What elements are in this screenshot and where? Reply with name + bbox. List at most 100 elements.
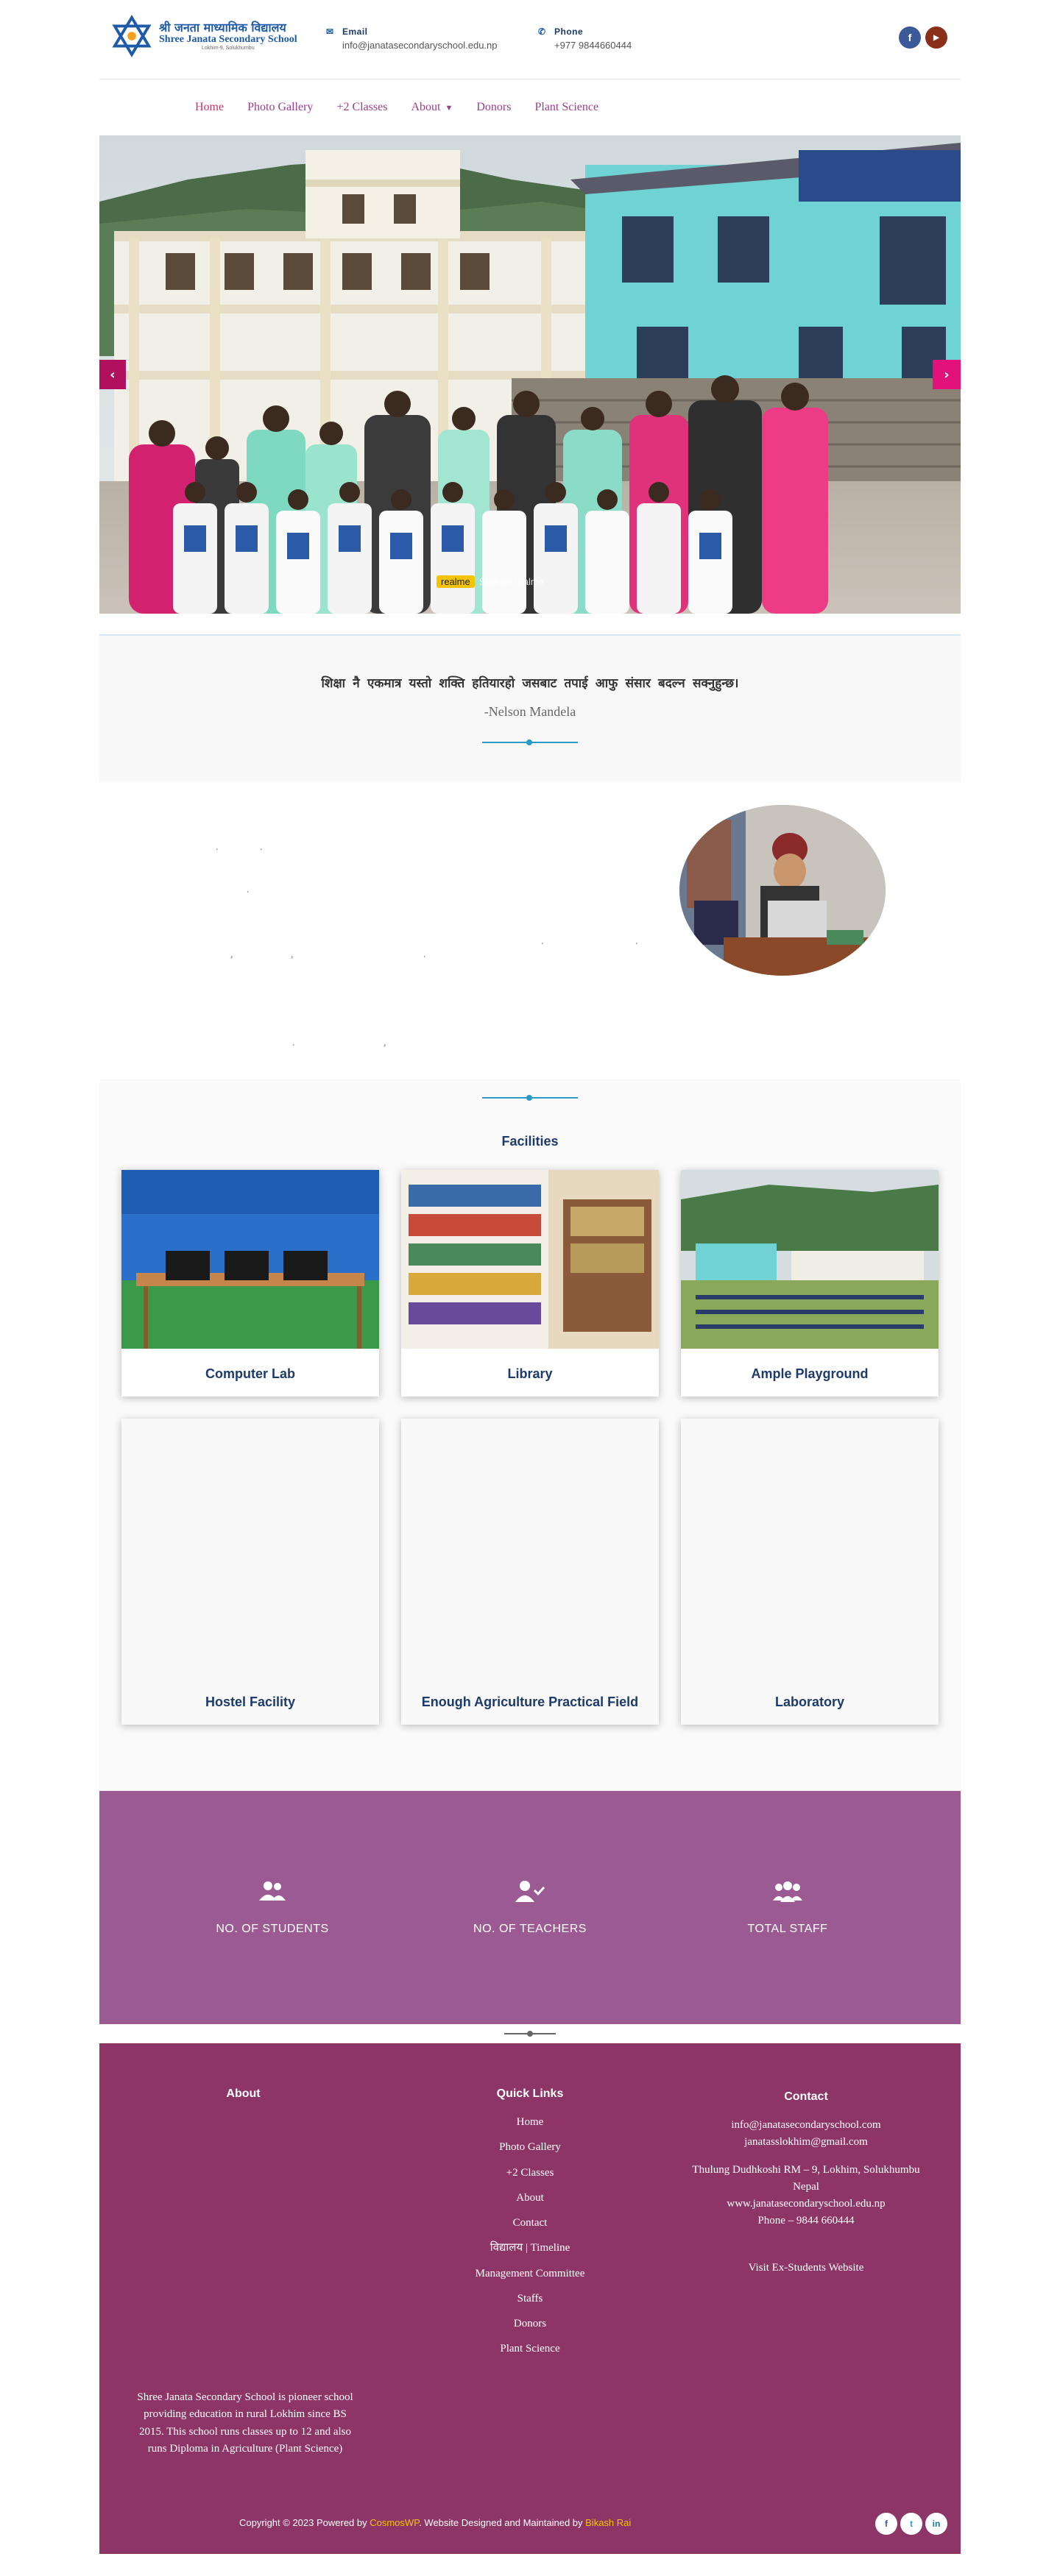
hero-slider: ‹ › realme Shot on realme <box>99 135 961 614</box>
stat-label: TOTAL STAFF <box>747 1922 828 1935</box>
watermark-caption: Shot on realme <box>478 576 544 587</box>
footer-link-management[interactable]: Management Committee <box>420 2265 640 2282</box>
nav-plant-science[interactable]: Plant Science <box>534 101 598 114</box>
facility-image <box>681 1170 939 1349</box>
footer-contact-heading: Contact <box>784 2090 828 2103</box>
facility-label: Enough Agriculture Practical Field <box>421 1695 639 1709</box>
site-logo[interactable]: श्री जनता माध्यामिक विद्यालय Shree Janat… <box>110 15 297 57</box>
footer-link-contact[interactable]: Contact <box>420 2215 640 2232</box>
text-fragment: . <box>216 842 219 853</box>
email-label: Email <box>342 26 368 37</box>
linkedin-icon[interactable]: in <box>925 2513 947 2535</box>
star-of-david-logo-icon <box>112 15 152 57</box>
nav-donors[interactable]: Donors <box>476 101 511 114</box>
header-email: ✉ Email info@janatasecondaryschool.edu.np <box>326 26 498 51</box>
footer-link-plus2-classes[interactable]: +2 Classes <box>420 2165 640 2182</box>
nav-home[interactable]: Home <box>195 101 224 114</box>
header-phone: ✆ Phone +977 9844660444 <box>538 26 632 51</box>
facility-label: Laboratory <box>774 1695 845 1709</box>
footer-link-home[interactable]: Home <box>420 2114 640 2131</box>
facility-label: Hostel Facility <box>205 1695 296 1709</box>
footer-socials: f t in <box>875 2513 947 2535</box>
facility-image <box>121 1170 379 1349</box>
nav-about-label: About <box>411 101 441 113</box>
stat-label: NO. OF STUDENTS <box>216 1922 329 1935</box>
footer-link-plant-science[interactable]: Plant Science <box>420 2341 640 2357</box>
section-divider <box>482 1094 578 1101</box>
nav-plus2-classes[interactable]: +2 Classes <box>336 101 387 114</box>
facility-card[interactable]: Enough Agriculture Practical Field <box>401 1419 659 1725</box>
footer-quick-links: Quick Links Home Photo Gallery +2 Classe… <box>420 2087 640 2366</box>
watermark-brand: realme <box>437 575 475 588</box>
facility-label: Library <box>507 1366 553 1381</box>
facility-card[interactable]: Computer Lab <box>121 1170 379 1397</box>
footer-about: About <box>135 2087 352 2114</box>
nav-about[interactable]: About ▼ <box>411 101 453 114</box>
contact-website[interactable]: www.janatasecondaryschool.edu.np <box>685 2196 928 2213</box>
stat-students: NO. OF STUDENTS <box>169 1880 375 1936</box>
facilities-title: Facilities <box>501 1134 559 1149</box>
footer-link-photo-gallery[interactable]: Photo Gallery <box>420 2139 640 2156</box>
facilities-grid: Computer Lab Library Ample Playground Ho… <box>99 1170 961 1725</box>
slider-prev-arrow-icon[interactable]: ‹ <box>99 360 126 389</box>
text-fragment: . <box>260 842 263 853</box>
email-value[interactable]: info@janatasecondaryschool.edu.np <box>342 40 498 51</box>
facility-label: Computer Lab <box>205 1366 295 1381</box>
header-socials: f ▶ <box>899 26 947 49</box>
user-check-icon <box>427 1880 633 1906</box>
principal-photo <box>679 805 886 976</box>
facebook-icon[interactable]: f <box>875 2513 897 2535</box>
header-topbar: श्री जनता माध्यामिक विद्यालय Shree Janat… <box>99 0 961 79</box>
section-divider <box>482 739 578 746</box>
twitter-icon[interactable]: t <box>900 2513 922 2535</box>
contact-address-1: Thulung Dudhkoshi RM – 9, Lokhim, Solukh… <box>692 2163 920 2176</box>
phone-icon: ✆ <box>538 26 546 37</box>
quote-section: शिक्षा नै एकमात्र यस्तो शक्ति हतियारहो ज… <box>99 634 961 781</box>
footer-link-staffs[interactable]: Staffs <box>420 2291 640 2307</box>
facility-card[interactable]: Laboratory <box>681 1419 939 1725</box>
chevron-down-icon: ▼ <box>445 104 453 113</box>
logo-nepali-name: श्री जनता माध्यामिक विद्यालय <box>159 20 286 35</box>
facility-image <box>401 1170 659 1349</box>
nav-photo-gallery[interactable]: Photo Gallery <box>247 101 313 114</box>
phone-label: Phone <box>554 26 584 37</box>
contact-email-1[interactable]: info@janatasecondaryschool.com <box>685 2117 928 2134</box>
facility-card[interactable]: Ample Playground <box>681 1170 939 1397</box>
stats-section: NO. OF STUDENTS NO. OF TEACHERS TOTAL ST… <box>99 1791 961 2024</box>
facility-card[interactable]: Hostel Facility <box>121 1419 379 1725</box>
principal-section: . . , , . . . . , . <box>99 781 961 1079</box>
footer-link-donors[interactable]: Donors <box>420 2316 640 2332</box>
stat-teachers: NO. OF TEACHERS <box>427 1880 633 1936</box>
text-fragment: . <box>635 936 638 947</box>
quote-text: शिक्षा नै एकमात्र यस्तो शक्ति हतियारहो ज… <box>321 676 739 691</box>
footer-link-timeline[interactable]: विद्यालय | Timeline <box>420 2240 640 2257</box>
text-fragment: , <box>291 949 294 960</box>
section-divider <box>504 2030 556 2037</box>
contact-address-2: Nepal <box>793 2180 819 2193</box>
quote-author: -Nelson Mandela <box>484 704 576 719</box>
logo-english-name: Shree Janata Secondary School <box>159 34 297 46</box>
main-nav: Home Photo Gallery +2 Classes About ▼ Don… <box>99 79 961 135</box>
facility-card[interactable]: Library <box>401 1170 659 1397</box>
logo-address: Lokhim-9, Solukhumbu <box>202 45 255 51</box>
text-fragment: . <box>292 1037 295 1049</box>
camera-watermark: realme Shot on realme <box>437 575 544 588</box>
text-fragment: , <box>230 949 233 960</box>
slider-next-arrow-icon[interactable]: › <box>933 360 961 389</box>
phone-value[interactable]: +977 9844660444 <box>554 40 632 51</box>
text-fragment: , <box>384 1037 386 1049</box>
copyright-author-link[interactable]: Bikash Rai <box>585 2517 631 2528</box>
footer-about-text: Shree Janata Secondary School is pioneer… <box>137 2391 353 2455</box>
contact-phone: Phone – 9844 660444 <box>757 2215 855 2227</box>
facility-label: Ample Playground <box>751 1366 869 1381</box>
facebook-icon[interactable]: f <box>899 26 921 49</box>
youtube-icon[interactable]: ▶ <box>925 26 947 49</box>
hero-photo <box>99 135 961 614</box>
stat-staff: TOTAL STAFF <box>685 1880 891 1936</box>
copyright-brand-link[interactable]: CosmosWP <box>370 2517 419 2528</box>
copyright: Copyright © 2023 Powered by CosmosWP. We… <box>239 2517 631 2528</box>
footer-link-about[interactable]: About <box>420 2190 640 2207</box>
contact-email-2[interactable]: janatasslokhim@gmail.com <box>685 2134 928 2151</box>
ex-students-link[interactable]: Visit Ex-Students Website <box>685 2260 928 2277</box>
principal-photo-image <box>679 805 886 976</box>
